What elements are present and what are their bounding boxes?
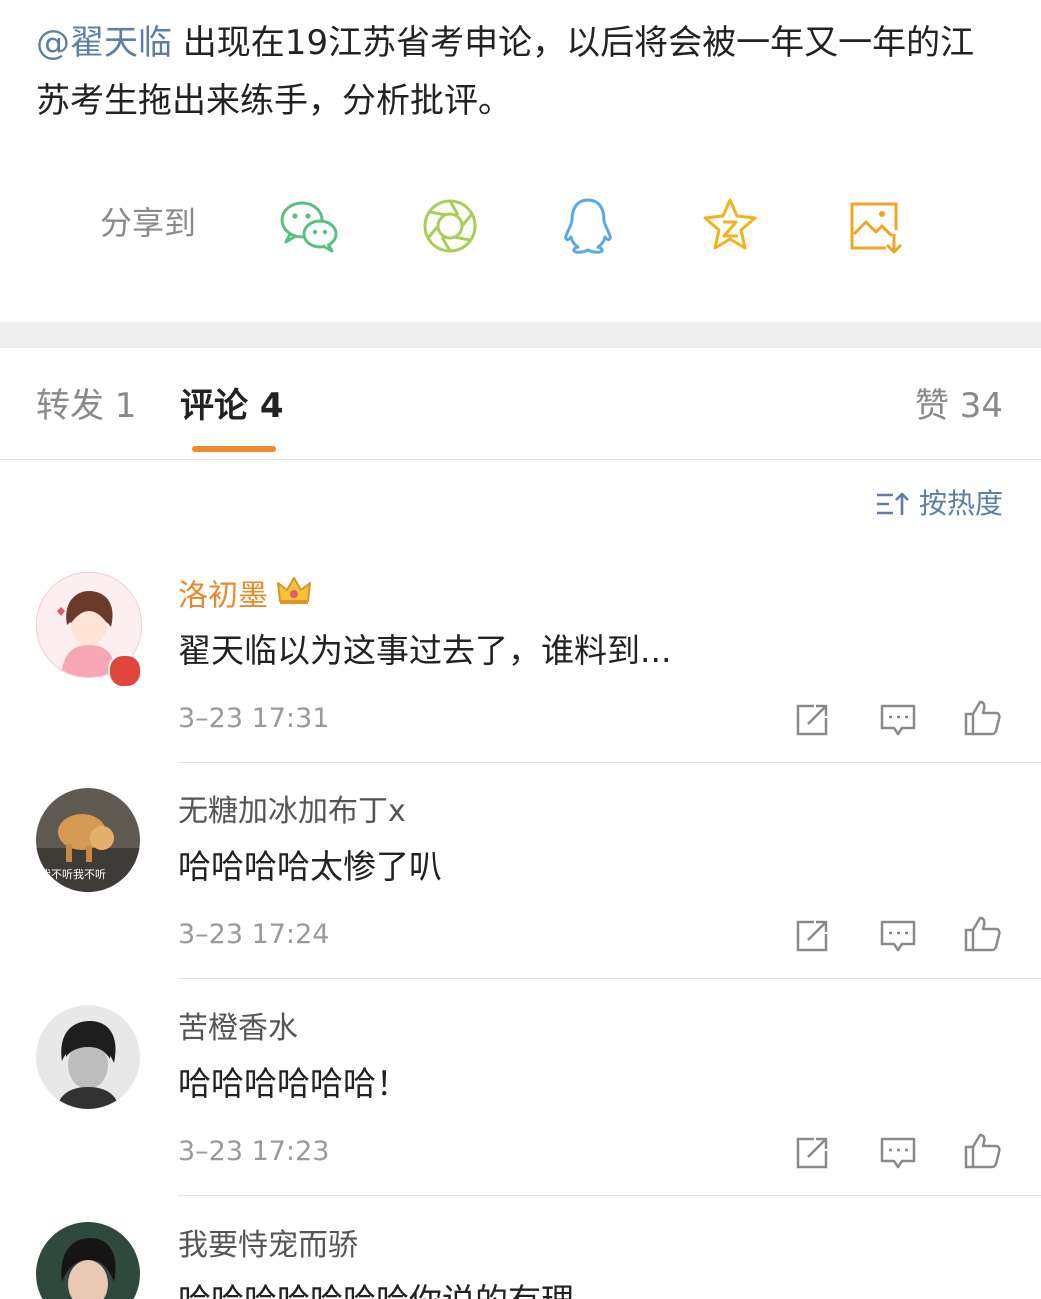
repost-icon[interactable] (792, 1133, 832, 1173)
reply-icon[interactable] (878, 916, 918, 956)
comment-time: 3–23 17:31 (178, 703, 330, 734)
avatar-caption: 我不听我不听 (40, 868, 106, 881)
comment-time: 3–23 17:23 (178, 1136, 330, 1167)
qq-icon[interactable] (556, 194, 620, 258)
sort-icon (876, 492, 909, 515)
moments-icon[interactable] (418, 194, 482, 258)
comment-divider (178, 1195, 1041, 1196)
repost-icon[interactable] (792, 700, 832, 740)
comment-divider (178, 978, 1041, 979)
sort-label: 按热度 (918, 487, 1003, 520)
comment-divider (178, 762, 1041, 763)
post-body: 出现在19江苏省考申论，以后将会被一年又一年的江苏考生拖出来练手，分析批评。 (36, 23, 975, 121)
tab-repost[interactable]: 转发 1 (36, 382, 136, 430)
comment-item: 洛初墨 翟天临以为这事过去了，谁料到... 3–23 17:31 (0, 570, 1041, 786)
mention-link[interactable]: @翟天临 (36, 23, 172, 63)
like-icon[interactable] (962, 698, 1002, 738)
comment-text: 哈哈哈哈哈哈！ (178, 1064, 409, 1103)
comment-username[interactable]: 无糖加冰加布丁x (178, 791, 406, 833)
active-tab-indicator (192, 446, 276, 452)
comment-username[interactable]: 我要恃宠而骄 (178, 1225, 358, 1267)
avatar[interactable] (36, 1005, 140, 1109)
tab-comment[interactable]: 评论 4 (180, 382, 284, 430)
comment-time: 3–23 17:24 (178, 919, 330, 950)
sort-button[interactable]: 按热度 (875, 484, 1003, 524)
avatar[interactable] (36, 1222, 140, 1299)
reply-icon[interactable] (878, 700, 918, 740)
share-label: 分享到 (100, 204, 197, 242)
comment-username[interactable]: 洛初墨 (178, 575, 312, 619)
crown-icon (276, 575, 312, 619)
like-icon[interactable] (962, 1131, 1002, 1171)
comment-text: 翟天临以为这事过去了，谁料到... (178, 631, 672, 670)
tab-divider (0, 459, 1041, 460)
verified-badge (108, 654, 142, 688)
save-image-icon[interactable] (842, 194, 906, 258)
comment-item: 我不听我不听 无糖加冰加布丁x 哈哈哈哈太惨了叭 3–23 17:24 (0, 786, 1041, 1002)
comment-text: 哈哈哈哈哈哈哈你说的有理 (178, 1278, 574, 1299)
like-icon[interactable] (962, 914, 1002, 954)
post-text: @翟天临 出现在19江苏省考申论，以后将会被一年又一年的江苏考生拖出来练手，分析… (36, 14, 996, 130)
comment-text: 哈哈哈哈太惨了叭 (178, 847, 442, 886)
comment-username[interactable]: 苦橙香水 (178, 1008, 298, 1050)
reply-icon[interactable] (878, 1133, 918, 1173)
repost-icon[interactable] (792, 916, 832, 956)
wechat-icon[interactable] (276, 194, 340, 258)
comment-item: 我要恃宠而骄 哈哈哈哈哈哈哈你说的有理 (0, 1220, 1041, 1299)
section-divider (0, 322, 1041, 348)
comment-item: 苦橙香水 哈哈哈哈哈哈！ 3–23 17:23 (0, 1003, 1041, 1219)
qzone-icon[interactable] (698, 194, 762, 258)
tab-like[interactable]: 赞 34 (915, 382, 1003, 430)
